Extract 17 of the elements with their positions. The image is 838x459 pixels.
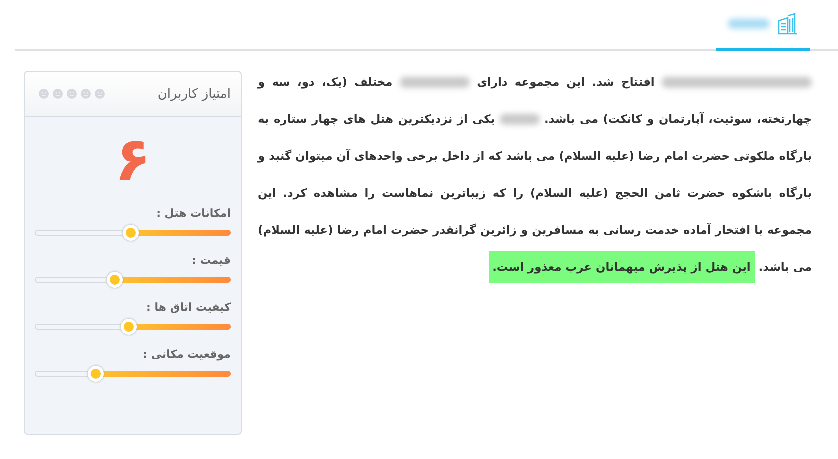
score: ۶ [114, 125, 152, 197]
criterion-label: امکانات هتل : [156, 207, 231, 220]
criterion-label: موقعیت مکانی : [143, 348, 231, 361]
hotel-description: افتتاح شد. این مجموعه دارای مختلف (یک، دو، سه و چهارتخته، سوئیت، آپارتمان و کانکت) می باشد. یکی از نزدیکترین هتل های چهار ستاره به بارگاه ملکوتی حضرت امام رضا (علیه السلام) می باشد که از داخل برخی واحدهای آن میتوان گنبد و بارگاه باشکوه حضرت ثامن الحجج (علیه السلام) را که زیباترین نماهاست را مشاهده کرد. این مجموعه با افتخار آماده خدمت رسانی به مسافرین و زائرین گرانقدر حضرت امام رضا (علیه السلام) می باشد. این هتل از پذیرش میهمانان عرب معذور است. [258, 64, 812, 435]
smiley-icon [39, 89, 49, 99]
building-icon [778, 13, 798, 35]
criterion-label: کیفیت اتاق ها : [146, 301, 231, 314]
rating-slider[interactable] [35, 271, 231, 289]
smiley-icon [81, 89, 91, 99]
smiley-icon [95, 89, 105, 99]
smiley-icon [67, 89, 77, 99]
card-title: امتیاز کاربران [158, 86, 231, 102]
rating-slider[interactable] [35, 318, 231, 336]
rating-slider[interactable] [35, 224, 231, 242]
rating-slider[interactable] [35, 365, 231, 383]
smiley-icon [53, 89, 63, 99]
criterion-label: قیمت : [192, 254, 231, 267]
